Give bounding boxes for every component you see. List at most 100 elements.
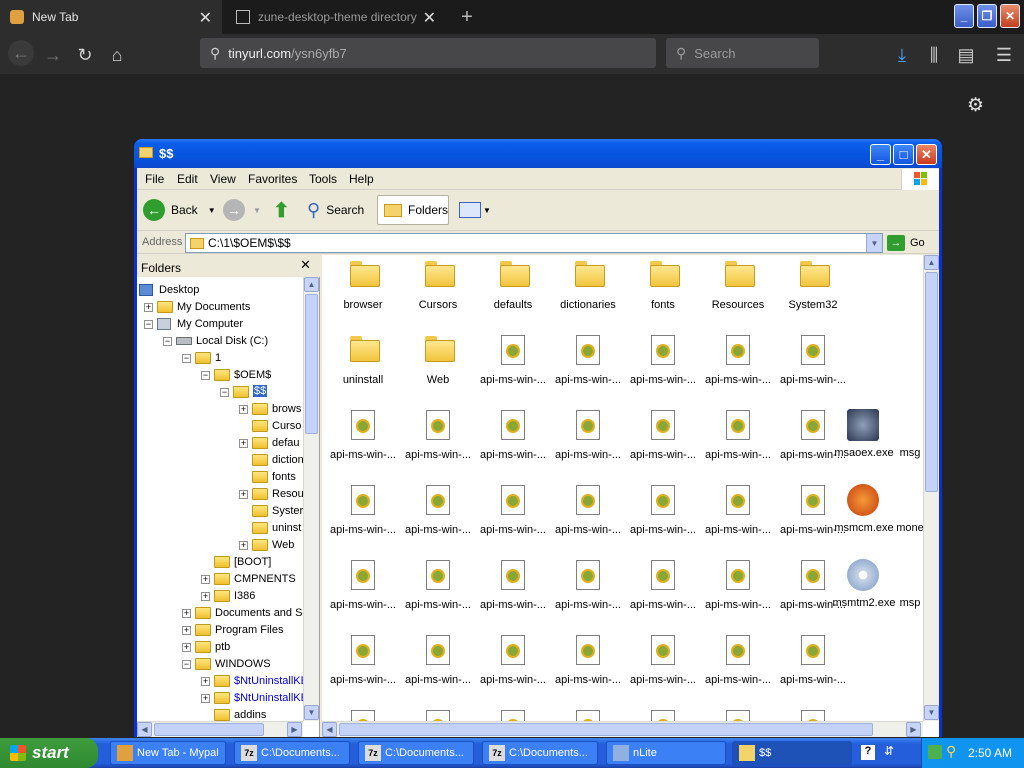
menu-tools[interactable]: Tools bbox=[309, 172, 337, 186]
network-icon[interactable] bbox=[928, 745, 942, 759]
expand-toggle[interactable]: + bbox=[239, 541, 248, 550]
tree-horizontal-scrollbar[interactable]: ◀ ▶ bbox=[137, 721, 303, 737]
tree-label: uninst bbox=[272, 522, 302, 534]
forward-button[interactable]: → ▼ bbox=[223, 195, 261, 225]
item-label: uninstall bbox=[342, 374, 384, 386]
task-new-tab-mypal[interactable]: New Tab - Mypal bbox=[110, 741, 226, 765]
collapse-toggle[interactable]: − bbox=[144, 320, 153, 329]
scroll-right-icon[interactable]: ▶ bbox=[287, 722, 302, 737]
folder-icon bbox=[252, 522, 268, 534]
scroll-left-icon[interactable]: ◀ bbox=[322, 722, 337, 737]
item-label: System32 bbox=[788, 299, 838, 311]
hamburger-menu-icon[interactable]: ☰ bbox=[993, 44, 1015, 66]
mypal-icon bbox=[117, 745, 133, 761]
explorer-toolbar: ← Back ▼ → ▼ ⬆ ⚲ Search Folders ▼ bbox=[137, 191, 939, 231]
minimize-button[interactable]: _ bbox=[870, 144, 891, 165]
task-documents-2[interactable]: 7z C:\Documents... bbox=[358, 741, 474, 765]
up-folder-button[interactable]: ⬆ bbox=[273, 195, 290, 225]
search-button[interactable]: ⚲ Search bbox=[307, 195, 364, 225]
scroll-down-icon[interactable]: ▼ bbox=[924, 705, 939, 720]
scroll-thumb[interactable] bbox=[339, 723, 873, 736]
maximize-window-button[interactable]: ❐ bbox=[977, 4, 997, 28]
content-horizontal-scrollbar[interactable]: ◀ ▶ bbox=[322, 721, 923, 737]
gear-icon[interactable]: ⚙ bbox=[967, 94, 984, 117]
reload-icon[interactable]: ↻ bbox=[74, 44, 96, 66]
tray-arrows-icon[interactable]: ⇵ bbox=[884, 744, 894, 758]
search-icon[interactable]: ⚲ bbox=[946, 743, 956, 760]
sidebar-icon[interactable]: ▤ bbox=[955, 44, 977, 66]
close-tab-icon[interactable]: ✕ bbox=[423, 8, 436, 28]
minimize-window-button[interactable]: _ bbox=[954, 4, 974, 28]
expand-toggle[interactable]: + bbox=[201, 694, 210, 703]
address-bar: Address C:\1\$OEM$\$$ ▼ → Go bbox=[137, 232, 939, 254]
expand-toggle[interactable]: + bbox=[239, 490, 248, 499]
collapse-toggle[interactable]: − bbox=[163, 337, 172, 346]
library-icon[interactable]: ⫼ bbox=[923, 44, 945, 66]
search-input[interactable]: ⚲ Search bbox=[666, 38, 819, 68]
close-icon[interactable]: ✕ bbox=[300, 257, 311, 273]
menu-favorites[interactable]: Favorites bbox=[248, 172, 297, 186]
home-icon[interactable]: ⌂ bbox=[106, 44, 128, 66]
expand-toggle[interactable]: + bbox=[201, 575, 210, 584]
close-tab-icon[interactable]: ✕ bbox=[199, 8, 212, 28]
folder-icon bbox=[384, 203, 402, 217]
expand-toggle[interactable]: + bbox=[182, 643, 191, 652]
search-icon: ⚲ bbox=[210, 44, 221, 61]
item-label: api-ms-win-... bbox=[329, 524, 396, 536]
views-button[interactable]: ▼ bbox=[459, 195, 491, 225]
folder-icon bbox=[214, 709, 230, 721]
close-window-button[interactable]: ✕ bbox=[1000, 4, 1020, 28]
task-documents-1[interactable]: 7z C:\Documents... bbox=[234, 741, 350, 765]
address-input[interactable]: C:\1\$OEM$\$$ ▼ bbox=[185, 233, 883, 253]
expand-toggle[interactable]: + bbox=[144, 303, 153, 312]
tree-label: 1 bbox=[215, 352, 222, 364]
collapse-toggle[interactable]: − bbox=[182, 660, 191, 669]
menu-edit[interactable]: Edit bbox=[177, 172, 198, 186]
expand-toggle[interactable]: + bbox=[239, 439, 248, 448]
new-tab-plus-icon[interactable]: + bbox=[456, 0, 478, 34]
forward-arrow-icon: → bbox=[223, 199, 245, 221]
go-button[interactable]: → Go bbox=[887, 233, 925, 253]
tab-new-tab[interactable]: New Tab ✕ bbox=[0, 0, 222, 34]
scroll-thumb[interactable] bbox=[305, 294, 318, 434]
tree-label: CMPNENTS bbox=[234, 573, 296, 585]
item-label: api-ms-win-... bbox=[704, 449, 771, 461]
dll-file-icon bbox=[576, 410, 600, 440]
menu-view[interactable]: View bbox=[210, 172, 236, 186]
content-vertical-scrollbar[interactable]: ▲ ▼ bbox=[923, 255, 939, 721]
scroll-down-icon[interactable]: ▼ bbox=[304, 705, 319, 720]
url-bar[interactable]: ⚲ tinyurl.com/ysn6yfb7 bbox=[200, 38, 656, 68]
task-dollar-dollar[interactable]: $$ bbox=[732, 741, 852, 765]
scroll-right-icon[interactable]: ▶ bbox=[906, 722, 921, 737]
expand-toggle[interactable]: + bbox=[182, 626, 191, 635]
help-icon[interactable]: ? bbox=[861, 745, 875, 760]
maximize-button[interactable]: □ bbox=[893, 144, 914, 165]
scroll-left-icon[interactable]: ◀ bbox=[137, 722, 152, 737]
folders-button[interactable]: Folders bbox=[377, 195, 449, 225]
task-nlite[interactable]: nLite bbox=[606, 741, 726, 765]
task-documents-3[interactable]: 7z C:\Documents... bbox=[482, 741, 598, 765]
menu-file[interactable]: File bbox=[145, 172, 164, 186]
address-dropdown-icon[interactable]: ▼ bbox=[866, 234, 882, 252]
scroll-thumb[interactable] bbox=[925, 272, 938, 492]
download-icon[interactable]: ⤓ bbox=[891, 44, 913, 66]
collapse-toggle[interactable]: − bbox=[220, 388, 229, 397]
start-button[interactable]: start bbox=[0, 738, 98, 768]
explorer-title-bar[interactable]: $$ _ □ ✕ bbox=[134, 139, 942, 168]
forward-arrow-icon[interactable]: → bbox=[42, 44, 64, 66]
tab-zune-directory[interactable]: zune-desktop-theme directory lis ✕ bbox=[226, 0, 446, 34]
scroll-thumb[interactable] bbox=[154, 723, 264, 736]
menu-help[interactable]: Help bbox=[349, 172, 374, 186]
collapse-toggle[interactable]: − bbox=[182, 354, 191, 363]
close-button[interactable]: ✕ bbox=[916, 144, 937, 165]
expand-toggle[interactable]: + bbox=[239, 405, 248, 414]
collapse-toggle[interactable]: − bbox=[201, 371, 210, 380]
expand-toggle[interactable]: + bbox=[201, 592, 210, 601]
back-button[interactable]: ← Back ▼ bbox=[143, 195, 216, 225]
tree-vertical-scrollbar[interactable]: ▲ ▼ bbox=[303, 277, 319, 721]
back-arrow-icon[interactable]: ← bbox=[8, 40, 34, 66]
scroll-up-icon[interactable]: ▲ bbox=[304, 277, 319, 292]
expand-toggle[interactable]: + bbox=[182, 609, 191, 618]
scroll-up-icon[interactable]: ▲ bbox=[924, 255, 939, 270]
expand-toggle[interactable]: + bbox=[201, 677, 210, 686]
